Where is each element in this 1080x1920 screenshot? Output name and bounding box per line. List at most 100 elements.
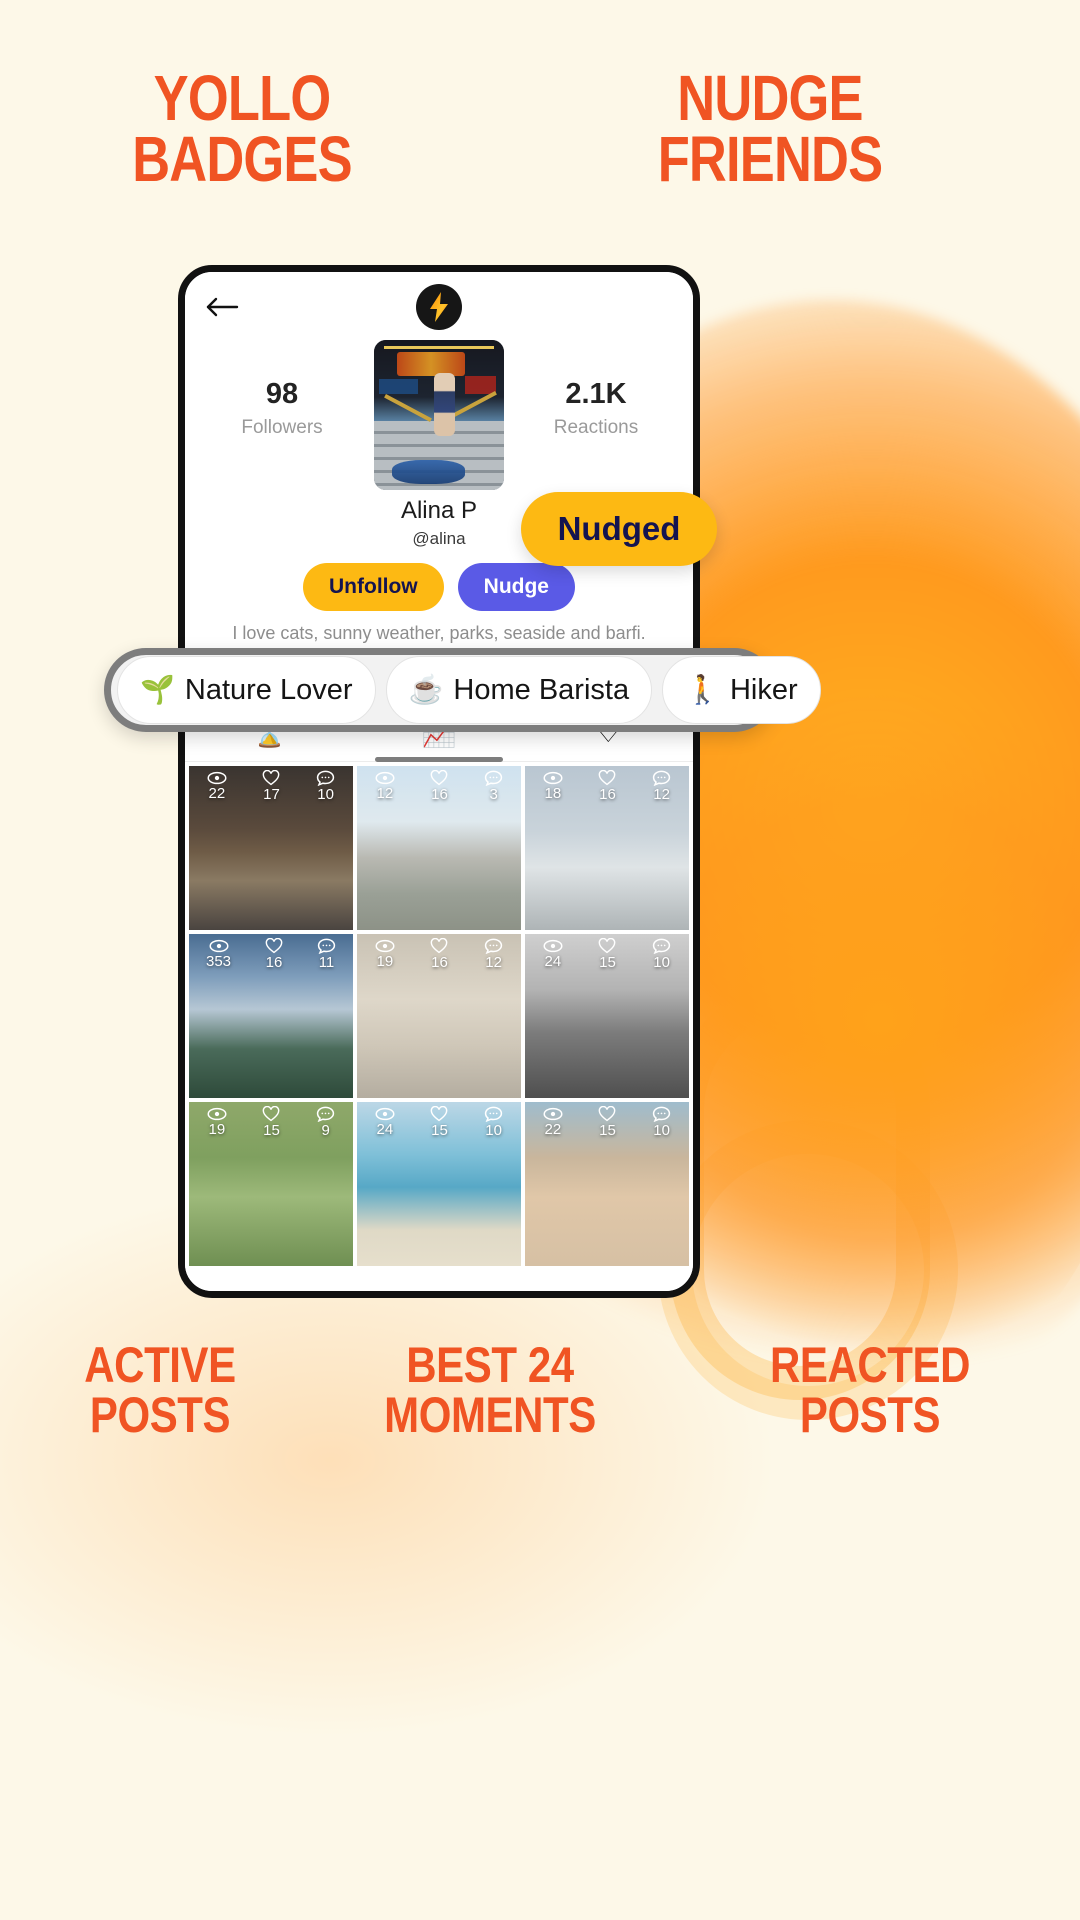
badge-chip-label: Nature Lover: [184, 673, 353, 706]
grid-photo-stats: 22 15 10: [525, 1106, 689, 1139]
profile-bio: I love cats, sunny weather, parks, seasi…: [232, 623, 646, 643]
nudged-callout-pill: Nudged: [521, 492, 717, 566]
comments-stat: 10: [652, 938, 671, 971]
headline-active-line1: ACTIVE: [84, 1337, 236, 1393]
likes-count: 16: [431, 786, 448, 803]
comments-count: 10: [653, 1122, 670, 1139]
views-stat: 22: [207, 771, 227, 802]
likes-count: 15: [599, 1122, 616, 1139]
unfollow-button[interactable]: Unfollow: [303, 563, 444, 611]
likes-count: 16: [265, 954, 283, 971]
comments-stat: 9: [316, 1106, 335, 1139]
grid-photo-stats: 24 15 10: [357, 1106, 521, 1139]
phone-mockup: 98 Followers 2.1K Reactions Alina P @ali…: [178, 265, 700, 1298]
flower-icon: 🌱: [140, 674, 175, 705]
headline-yollo-line1: YOLLO: [153, 62, 331, 134]
grid-photo-cell[interactable]: 22 15 10: [525, 1102, 689, 1266]
grid-photo-cell[interactable]: 19 15 9: [189, 1102, 353, 1266]
followers-count: 98: [265, 378, 299, 410]
likes-stat: 16: [430, 938, 448, 971]
views-count: 22: [544, 1121, 562, 1138]
headline-nudge-line1: NUDGE: [677, 62, 863, 134]
views-count: 22: [208, 785, 226, 802]
badge-chip[interactable]: 🌱 Nature Lover: [117, 656, 376, 724]
comments-count: 12: [653, 786, 670, 803]
grid-photo-cell[interactable]: 22 17 10: [189, 766, 353, 930]
badges-strip: 🌱 Nature Lover ☕ Home Barista 🚶 Hiker: [104, 648, 821, 732]
views-stat: 19: [375, 939, 395, 970]
likes-count: 15: [263, 1122, 280, 1139]
coffee-cup-icon: ☕: [408, 674, 444, 705]
comments-count: 3: [489, 786, 498, 803]
likes-stat: 16: [265, 938, 283, 971]
likes-stat: 15: [430, 1106, 448, 1139]
grid-photo-cell[interactable]: 18 16 12: [525, 766, 689, 930]
comments-count: 9: [321, 1122, 330, 1139]
headline-yollo-badges: YOLLO BADGES: [37, 62, 447, 196]
hiker-icon: 🚶: [685, 674, 720, 705]
app-topbar: [185, 272, 693, 340]
headline-reacted-line2: POSTS: [799, 1387, 941, 1443]
headline-nudge-line2: FRIENDS: [657, 123, 883, 196]
views-stat: 12: [375, 771, 395, 802]
comments-stat: 3: [484, 770, 503, 803]
grid-photo-cell[interactable]: 24 15 10: [525, 934, 689, 1098]
likes-stat: 16: [598, 770, 616, 803]
followers-stat[interactable]: 98 Followers: [207, 378, 357, 439]
grid-photo-stats: 19 15 9: [189, 1106, 353, 1139]
headline-active-posts: ACTIVE POSTS: [26, 1340, 295, 1440]
reactions-stat[interactable]: 2.1K Reactions: [521, 378, 671, 439]
app-screen: 98 Followers 2.1K Reactions Alina P @ali…: [185, 272, 693, 1291]
back-arrow-icon[interactable]: [205, 296, 239, 318]
comments-stat: 11: [317, 938, 336, 971]
grid-photo-stats: 18 16 12: [525, 770, 689, 803]
headline-best-line2: MOMENTS: [384, 1387, 596, 1443]
likes-stat: 15: [598, 938, 616, 971]
profile-avatar[interactable]: [374, 340, 504, 490]
comments-count: 10: [485, 1122, 502, 1139]
views-stat: 24: [375, 1107, 395, 1138]
views-count: 24: [376, 1121, 394, 1138]
headline-yollo-line2: BADGES: [132, 123, 352, 196]
grid-photo-stats: 12 16 3: [357, 770, 521, 803]
comments-stat: 12: [484, 938, 503, 971]
views-count: 19: [208, 1121, 226, 1138]
likes-stat: 17: [262, 770, 280, 803]
profile-action-buttons: Unfollow Nudge: [185, 563, 693, 611]
grid-photo-cell[interactable]: 24 15 10: [357, 1102, 521, 1266]
reactions-label: Reactions: [553, 417, 639, 438]
views-count: 18: [544, 785, 562, 802]
comments-stat: 10: [484, 1106, 503, 1139]
grid-photo-cell[interactable]: 353 16 11: [189, 934, 353, 1098]
comments-count: 12: [485, 954, 502, 971]
views-stat: 22: [543, 1107, 563, 1138]
comments-count: 11: [318, 954, 335, 971]
grid-photo-cell[interactable]: 12 16 3: [357, 766, 521, 930]
headline-best-line1: BEST 24: [406, 1337, 574, 1393]
views-count: 24: [544, 953, 562, 970]
likes-stat: 15: [262, 1106, 280, 1139]
headline-active-line2: POSTS: [89, 1387, 231, 1443]
headline-reacted-line1: REACTED: [769, 1337, 971, 1393]
badge-chip-label: Home Barista: [453, 673, 630, 706]
nudge-button[interactable]: Nudge: [457, 563, 575, 611]
headline-nudge-friends: NUDGE FRIENDS: [565, 62, 975, 196]
grid-photo-cell[interactable]: 19 16 12: [357, 934, 521, 1098]
headline-best-moments: BEST 24 MOMENTS: [330, 1340, 649, 1440]
likes-stat: 15: [598, 1106, 616, 1139]
comments-stat: 10: [652, 1106, 671, 1139]
views-stat: 18: [543, 771, 563, 802]
likes-count: 16: [599, 786, 616, 803]
views-count: 19: [376, 953, 394, 970]
badge-chip-label: Hiker: [729, 673, 798, 706]
comments-count: 10: [653, 954, 670, 971]
likes-count: 17: [263, 786, 280, 803]
badge-chip[interactable]: 🚶 Hiker: [662, 656, 821, 724]
headline-reacted-posts: REACTED POSTS: [694, 1340, 1047, 1440]
comments-count: 10: [317, 786, 334, 803]
reactions-count: 2.1K: [565, 378, 627, 410]
badge-chip[interactable]: ☕ Home Barista: [385, 656, 653, 724]
grid-photo-stats: 353 16 11: [189, 938, 353, 971]
likes-count: 15: [431, 1122, 448, 1139]
profile-stats-row: 98 Followers 2.1K Reactions: [185, 340, 693, 495]
